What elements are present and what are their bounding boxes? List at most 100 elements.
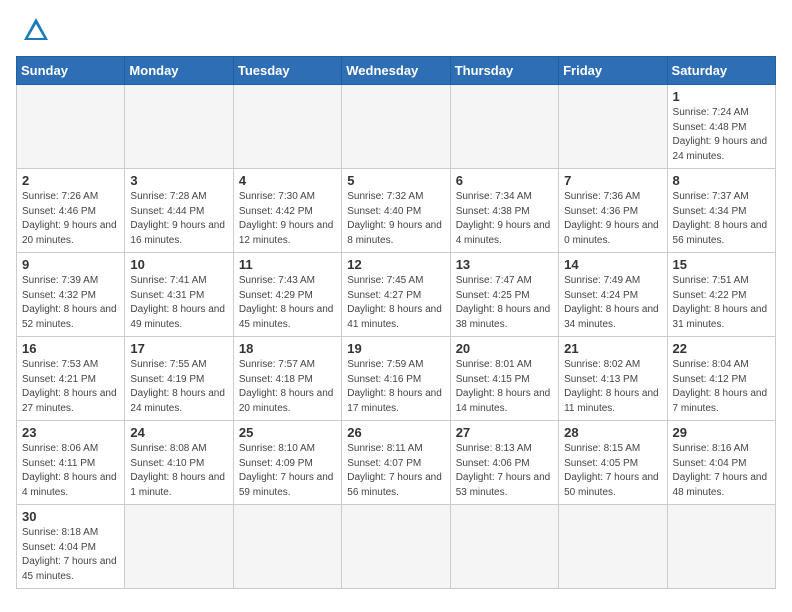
- calendar-cell: 10 Sunrise: 7:41 AM Sunset: 4:31 PM Dayli…: [125, 253, 233, 337]
- day-info: Sunrise: 8:01 AM Sunset: 4:15 PM Dayligh…: [456, 358, 553, 416]
- day-number: 28: [564, 425, 661, 440]
- calendar-cell: [17, 85, 125, 169]
- day-number: 29: [673, 425, 770, 440]
- day-number: 18: [239, 341, 336, 356]
- calendar-cell: 18 Sunrise: 7:57 AM Sunset: 4:18 PM Dayli…: [233, 337, 341, 421]
- day-number: 23: [22, 425, 119, 440]
- calendar-cell: 7 Sunrise: 7:36 AM Sunset: 4:36 PM Daylig…: [559, 169, 667, 253]
- day-number: 8: [673, 173, 770, 188]
- calendar-cell: 2 Sunrise: 7:26 AM Sunset: 4:46 PM Daylig…: [17, 169, 125, 253]
- calendar-cell: 12 Sunrise: 7:45 AM Sunset: 4:27 PM Dayli…: [342, 253, 450, 337]
- day-number: 10: [130, 257, 227, 272]
- calendar-cell: 21Sunrise: 8:02 AM Sunset: 4:13 PM Dayli…: [559, 337, 667, 421]
- day-number: 9: [22, 257, 119, 272]
- day-info: Sunrise: 8:10 AM Sunset: 4:09 PM Dayligh…: [239, 442, 336, 500]
- day-info: Sunrise: 7:59 AM Sunset: 4:16 PM Dayligh…: [347, 358, 444, 416]
- day-info: Sunrise: 8:11 AM Sunset: 4:07 PM Dayligh…: [347, 442, 444, 500]
- day-info: Sunrise: 8:18 AM Sunset: 4:04 PM Dayligh…: [22, 526, 119, 584]
- calendar-cell: [450, 505, 558, 589]
- calendar-cell: 11 Sunrise: 7:43 AM Sunset: 4:29 PM Dayli…: [233, 253, 341, 337]
- week-row-5: 23Sunrise: 8:06 AM Sunset: 4:11 PM Dayli…: [17, 421, 776, 505]
- day-info: Sunrise: 8:04 AM Sunset: 4:12 PM Dayligh…: [673, 358, 770, 416]
- day-number: 13: [456, 257, 553, 272]
- weekday-header-wednesday: Wednesday: [342, 57, 450, 85]
- day-number: 21: [564, 341, 661, 356]
- day-number: 2: [22, 173, 119, 188]
- day-number: 14: [564, 257, 661, 272]
- day-info: Sunrise: 7:43 AM Sunset: 4:29 PM Dayligh…: [239, 274, 336, 332]
- calendar-cell: 29Sunrise: 8:16 AM Sunset: 4:04 PM Dayli…: [667, 421, 775, 505]
- calendar-cell: 23Sunrise: 8:06 AM Sunset: 4:11 PM Dayli…: [17, 421, 125, 505]
- weekday-header-row: SundayMondayTuesdayWednesdayThursdayFrid…: [17, 57, 776, 85]
- day-number: 22: [673, 341, 770, 356]
- day-info: Sunrise: 7:24 AM Sunset: 4:48 PM Dayligh…: [673, 106, 770, 164]
- day-number: 1: [673, 89, 770, 104]
- calendar-cell: 9Sunrise: 7:39 AM Sunset: 4:32 PM Daylig…: [17, 253, 125, 337]
- weekday-header-monday: Monday: [125, 57, 233, 85]
- calendar-cell: 20 Sunrise: 8:01 AM Sunset: 4:15 PM Dayli…: [450, 337, 558, 421]
- day-info: Sunrise: 7:26 AM Sunset: 4:46 PM Dayligh…: [22, 190, 119, 248]
- day-number: 3: [130, 173, 227, 188]
- calendar-cell: 16 Sunrise: 7:53 AM Sunset: 4:21 PM Dayli…: [17, 337, 125, 421]
- calendar-table: SundayMondayTuesdayWednesdayThursdayFrid…: [16, 56, 776, 589]
- day-info: Sunrise: 7:36 AM Sunset: 4:36 PM Dayligh…: [564, 190, 661, 248]
- calendar-cell: 4 Sunrise: 7:30 AM Sunset: 4:42 PM Daylig…: [233, 169, 341, 253]
- calendar-cell: [233, 505, 341, 589]
- calendar-cell: 13Sunrise: 7:47 AM Sunset: 4:25 PM Dayli…: [450, 253, 558, 337]
- calendar-cell: [559, 505, 667, 589]
- day-info: Sunrise: 7:49 AM Sunset: 4:24 PM Dayligh…: [564, 274, 661, 332]
- page-header: [16, 16, 776, 44]
- day-number: 16: [22, 341, 119, 356]
- day-info: Sunrise: 7:34 AM Sunset: 4:38 PM Dayligh…: [456, 190, 553, 248]
- day-number: 17: [130, 341, 227, 356]
- day-number: 5: [347, 173, 444, 188]
- calendar-cell: [559, 85, 667, 169]
- calendar-cell: 15Sunrise: 7:51 AM Sunset: 4:22 PM Dayli…: [667, 253, 775, 337]
- calendar-cell: 22 Sunrise: 8:04 AM Sunset: 4:12 PM Dayli…: [667, 337, 775, 421]
- day-info: Sunrise: 7:32 AM Sunset: 4:40 PM Dayligh…: [347, 190, 444, 248]
- day-number: 12: [347, 257, 444, 272]
- calendar-cell: 1 Sunrise: 7:24 AM Sunset: 4:48 PM Daylig…: [667, 85, 775, 169]
- day-number: 11: [239, 257, 336, 272]
- day-info: Sunrise: 7:41 AM Sunset: 4:31 PM Dayligh…: [130, 274, 227, 332]
- calendar-cell: 25 Sunrise: 8:10 AM Sunset: 4:09 PM Dayli…: [233, 421, 341, 505]
- day-info: Sunrise: 7:37 AM Sunset: 4:34 PM Dayligh…: [673, 190, 770, 248]
- day-info: Sunrise: 7:55 AM Sunset: 4:19 PM Dayligh…: [130, 358, 227, 416]
- day-number: 27: [456, 425, 553, 440]
- calendar-cell: [342, 505, 450, 589]
- week-row-3: 9Sunrise: 7:39 AM Sunset: 4:32 PM Daylig…: [17, 253, 776, 337]
- weekday-header-tuesday: Tuesday: [233, 57, 341, 85]
- logo: [16, 16, 50, 44]
- calendar-cell: 24 Sunrise: 8:08 AM Sunset: 4:10 PM Dayli…: [125, 421, 233, 505]
- weekday-header-friday: Friday: [559, 57, 667, 85]
- day-number: 7: [564, 173, 661, 188]
- day-number: 20: [456, 341, 553, 356]
- day-info: Sunrise: 7:57 AM Sunset: 4:18 PM Dayligh…: [239, 358, 336, 416]
- calendar-cell: 19 Sunrise: 7:59 AM Sunset: 4:16 PM Dayli…: [342, 337, 450, 421]
- day-number: 15: [673, 257, 770, 272]
- day-info: Sunrise: 8:13 AM Sunset: 4:06 PM Dayligh…: [456, 442, 553, 500]
- day-info: Sunrise: 7:45 AM Sunset: 4:27 PM Dayligh…: [347, 274, 444, 332]
- day-number: 30: [22, 509, 119, 524]
- calendar-cell: 26Sunrise: 8:11 AM Sunset: 4:07 PM Dayli…: [342, 421, 450, 505]
- day-info: Sunrise: 7:53 AM Sunset: 4:21 PM Dayligh…: [22, 358, 119, 416]
- week-row-6: 30 Sunrise: 8:18 AM Sunset: 4:04 PM Dayli…: [17, 505, 776, 589]
- calendar-cell: 27 Sunrise: 8:13 AM Sunset: 4:06 PM Dayli…: [450, 421, 558, 505]
- day-info: Sunrise: 8:08 AM Sunset: 4:10 PM Dayligh…: [130, 442, 227, 500]
- day-info: Sunrise: 7:30 AM Sunset: 4:42 PM Dayligh…: [239, 190, 336, 248]
- day-number: 19: [347, 341, 444, 356]
- week-row-4: 16 Sunrise: 7:53 AM Sunset: 4:21 PM Dayli…: [17, 337, 776, 421]
- week-row-2: 2 Sunrise: 7:26 AM Sunset: 4:46 PM Daylig…: [17, 169, 776, 253]
- calendar-cell: [125, 505, 233, 589]
- weekday-header-sunday: Sunday: [17, 57, 125, 85]
- day-info: Sunrise: 7:28 AM Sunset: 4:44 PM Dayligh…: [130, 190, 227, 248]
- calendar-cell: [233, 85, 341, 169]
- calendar-cell: [125, 85, 233, 169]
- calendar-cell: 6Sunrise: 7:34 AM Sunset: 4:38 PM Daylig…: [450, 169, 558, 253]
- calendar-cell: [450, 85, 558, 169]
- weekday-header-saturday: Saturday: [667, 57, 775, 85]
- calendar-cell: 30 Sunrise: 8:18 AM Sunset: 4:04 PM Dayli…: [17, 505, 125, 589]
- day-number: 24: [130, 425, 227, 440]
- day-number: 4: [239, 173, 336, 188]
- day-number: 25: [239, 425, 336, 440]
